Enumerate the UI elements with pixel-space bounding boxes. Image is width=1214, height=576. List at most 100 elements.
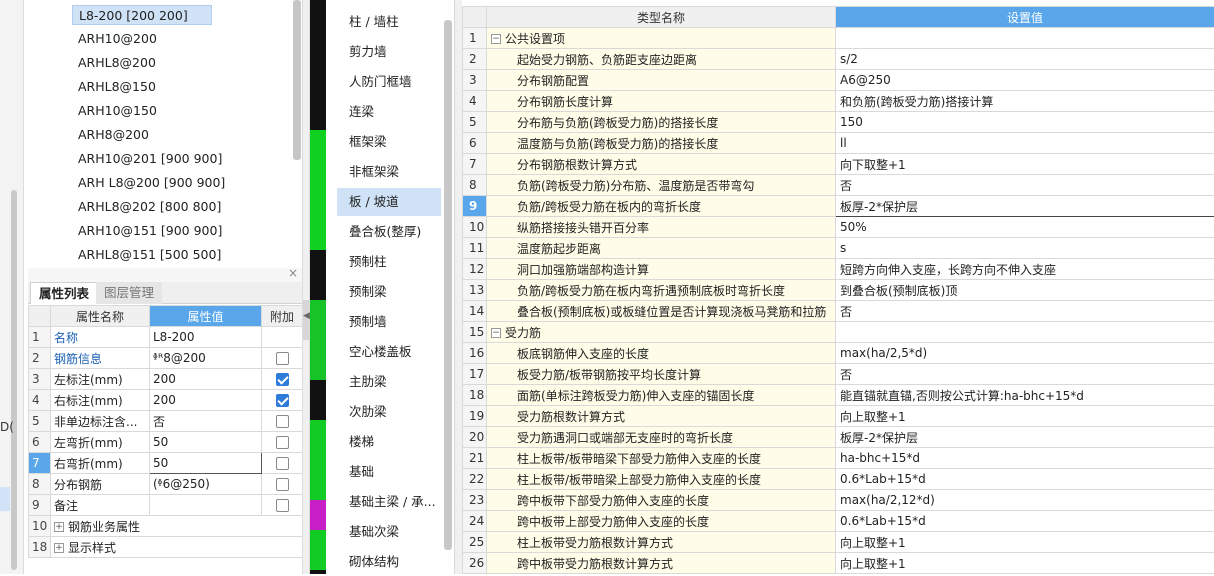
- setting-value[interactable]: A6@250: [836, 70, 1214, 91]
- category-item[interactable]: 板 / 坡道: [337, 188, 441, 216]
- setting-value[interactable]: 能直锚就直锚,否则按公式计算:ha-bhc+15*d: [836, 385, 1214, 406]
- expand-icon[interactable]: +: [54, 543, 64, 553]
- setting-value[interactable]: 50%: [836, 217, 1214, 238]
- attach-checkbox[interactable]: [276, 457, 289, 470]
- prop-value[interactable]: 否: [150, 411, 262, 432]
- setting-value[interactable]: 0.6*Lab+15*d: [836, 511, 1214, 532]
- category-item[interactable]: 基础次梁: [337, 518, 441, 546]
- setting-value[interactable]: 板厚-2*保护层: [836, 196, 1214, 217]
- panel-splitter[interactable]: [302, 0, 310, 574]
- prop-value[interactable]: 200: [150, 369, 262, 390]
- category-item[interactable]: 框架梁: [337, 128, 441, 156]
- settings-row[interactable]: 20受力筋遇洞口或端部无支座时的弯折长度板厚-2*保护层: [463, 427, 1214, 448]
- settings-row[interactable]: 5分布筋与负筋(跨板受力筋)的搭接长度150: [463, 112, 1214, 133]
- prop-row[interactable]: 1名称L8-200: [29, 327, 303, 348]
- prop-value[interactable]: 50: [150, 432, 262, 453]
- settings-row[interactable]: 26跨中板带受力筋根数计算方式向上取整+1: [463, 553, 1214, 574]
- category-item[interactable]: 预制梁: [337, 278, 441, 306]
- setting-value[interactable]: ll: [836, 133, 1214, 154]
- category-item[interactable]: 剪力墙: [337, 38, 441, 66]
- attach-checkbox[interactable]: [276, 394, 289, 407]
- setting-value[interactable]: ha-bhc+15*d: [836, 448, 1214, 469]
- attach-checkbox[interactable]: [276, 352, 289, 365]
- attach-checkbox[interactable]: [276, 373, 289, 386]
- prop-row[interactable]: 10+钢筋业务属性: [29, 516, 303, 537]
- setting-value[interactable]: max(ha/2,12*d): [836, 490, 1214, 511]
- category-item[interactable]: 预制墙: [337, 308, 441, 336]
- tree-item[interactable]: ARH10@150: [72, 101, 163, 121]
- setting-value[interactable]: s/2: [836, 49, 1214, 70]
- attach-checkbox[interactable]: [276, 415, 289, 428]
- settings-row[interactable]: 13负筋/跨板受力筋在板内弯折遇预制底板时弯折长度到叠合板(预制底板)顶: [463, 280, 1214, 301]
- category-item[interactable]: 叠合板(整厚): [337, 218, 441, 246]
- prop-row[interactable]: 18+显示样式: [29, 537, 303, 558]
- prop-row[interactable]: 9备注: [29, 495, 303, 516]
- setting-value[interactable]: 和负筋(跨板受力筋)搭接计算: [836, 91, 1214, 112]
- setting-value[interactable]: 向下取整+1: [836, 154, 1214, 175]
- settings-group-row[interactable]: 15−受力筋: [463, 322, 1214, 343]
- category-item[interactable]: 基础主梁 / 承...: [337, 488, 441, 516]
- setting-value[interactable]: 到叠合板(预制底板)顶: [836, 280, 1214, 301]
- setting-value[interactable]: [836, 322, 1214, 343]
- prop-row[interactable]: 2钢筋信息ᶲᴿ8@200: [29, 348, 303, 369]
- category-item[interactable]: 基础: [337, 458, 441, 486]
- prop-row[interactable]: 3左标注(mm)200: [29, 369, 303, 390]
- category-item[interactable]: 次肋梁: [337, 398, 441, 426]
- setting-value[interactable]: 板厚-2*保护层: [836, 427, 1214, 448]
- tree-item[interactable]: ARH10@200: [72, 29, 163, 49]
- prop-row[interactable]: 8分布钢筋(ᶲ6@250): [29, 474, 303, 495]
- prop-value[interactable]: [150, 495, 262, 516]
- tree-item[interactable]: ARH L8@200 [900 900]: [72, 173, 231, 193]
- expand-icon[interactable]: +: [54, 522, 64, 532]
- setting-value[interactable]: 否: [836, 175, 1214, 196]
- settings-row[interactable]: 9负筋/跨板受力筋在板内的弯折长度板厚-2*保护层: [463, 196, 1214, 217]
- tree-item[interactable]: ARHL8@150: [72, 77, 162, 97]
- prop-value[interactable]: 50: [150, 453, 262, 474]
- category-item[interactable]: 非框架梁: [337, 158, 441, 186]
- setting-value[interactable]: 向上取整+1: [836, 532, 1214, 553]
- settings-row[interactable]: 3分布钢筋配置A6@250: [463, 70, 1214, 91]
- setting-value[interactable]: [836, 28, 1214, 49]
- close-icon[interactable]: ×: [288, 266, 298, 280]
- tree-scrollbar[interactable]: [293, 0, 301, 160]
- setting-value[interactable]: max(ha/2,5*d): [836, 343, 1214, 364]
- tree-item[interactable]: ARHL8@151 [500 500]: [72, 245, 227, 264]
- tree-item[interactable]: ARHL8@200: [72, 53, 162, 73]
- setting-value[interactable]: 否: [836, 364, 1214, 385]
- prop-row[interactable]: 7右弯折(mm)50: [29, 453, 303, 474]
- tab-property-list[interactable]: 属性列表: [30, 282, 98, 304]
- prop-value[interactable]: 200: [150, 390, 262, 411]
- settings-group-row[interactable]: 1−公共设置项: [463, 28, 1214, 49]
- collapse-icon[interactable]: −: [491, 34, 501, 44]
- tree-item[interactable]: ARH10@201 [900 900]: [72, 149, 228, 169]
- category-item[interactable]: 主肋梁: [337, 368, 441, 396]
- prop-row[interactable]: 5非单边标注含...否: [29, 411, 303, 432]
- settings-row[interactable]: 16板底钢筋伸入支座的长度max(ha/2,5*d): [463, 343, 1214, 364]
- settings-row[interactable]: 25柱上板带受力筋根数计算方式向上取整+1: [463, 532, 1214, 553]
- settings-row[interactable]: 12洞口加强筋端部构造计算短跨方向伸入支座，长跨方向不伸入支座: [463, 259, 1214, 280]
- settings-row[interactable]: 10纵筋搭接接头错开百分率50%: [463, 217, 1214, 238]
- tree-item[interactable]: ARH10@151 [900 900]: [72, 221, 228, 241]
- attach-checkbox[interactable]: [276, 436, 289, 449]
- prop-value[interactable]: L8-200: [150, 327, 262, 348]
- setting-value[interactable]: 否: [836, 301, 1214, 322]
- setting-value[interactable]: 短跨方向伸入支座，长跨方向不伸入支座: [836, 259, 1214, 280]
- settings-row[interactable]: 17板受力筋/板带钢筋按平均长度计算否: [463, 364, 1214, 385]
- category-item[interactable]: 楼梯: [337, 428, 441, 456]
- collapse-icon[interactable]: −: [491, 328, 501, 338]
- category-item[interactable]: 人防门框墙: [337, 68, 441, 96]
- collapse-arrow-icon[interactable]: ◀: [303, 311, 310, 321]
- attach-checkbox[interactable]: [276, 499, 289, 512]
- tree-item[interactable]: ARH8@200: [72, 125, 155, 145]
- settings-row[interactable]: 11温度筋起步距离s: [463, 238, 1214, 259]
- settings-row[interactable]: 21柱上板带/板带暗梁下部受力筋伸入支座的长度ha-bhc+15*d: [463, 448, 1214, 469]
- category-item[interactable]: 砌体结构: [337, 548, 441, 576]
- settings-row[interactable]: 6温度筋与负筋(跨板受力筋)的搭接长度ll: [463, 133, 1214, 154]
- category-item[interactable]: 预制柱: [337, 248, 441, 276]
- settings-row[interactable]: 4分布钢筋长度计算和负筋(跨板受力筋)搭接计算: [463, 91, 1214, 112]
- settings-row[interactable]: 22柱上板带/板带暗梁上部受力筋伸入支座的长度0.6*Lab+15*d: [463, 469, 1214, 490]
- attach-checkbox[interactable]: [276, 478, 289, 491]
- setting-value[interactable]: 向上取整+1: [836, 553, 1214, 574]
- settings-row[interactable]: 2起始受力钢筋、负筋距支座边距离s/2: [463, 49, 1214, 70]
- settings-row[interactable]: 24跨中板带上部受力筋伸入支座的长度0.6*Lab+15*d: [463, 511, 1214, 532]
